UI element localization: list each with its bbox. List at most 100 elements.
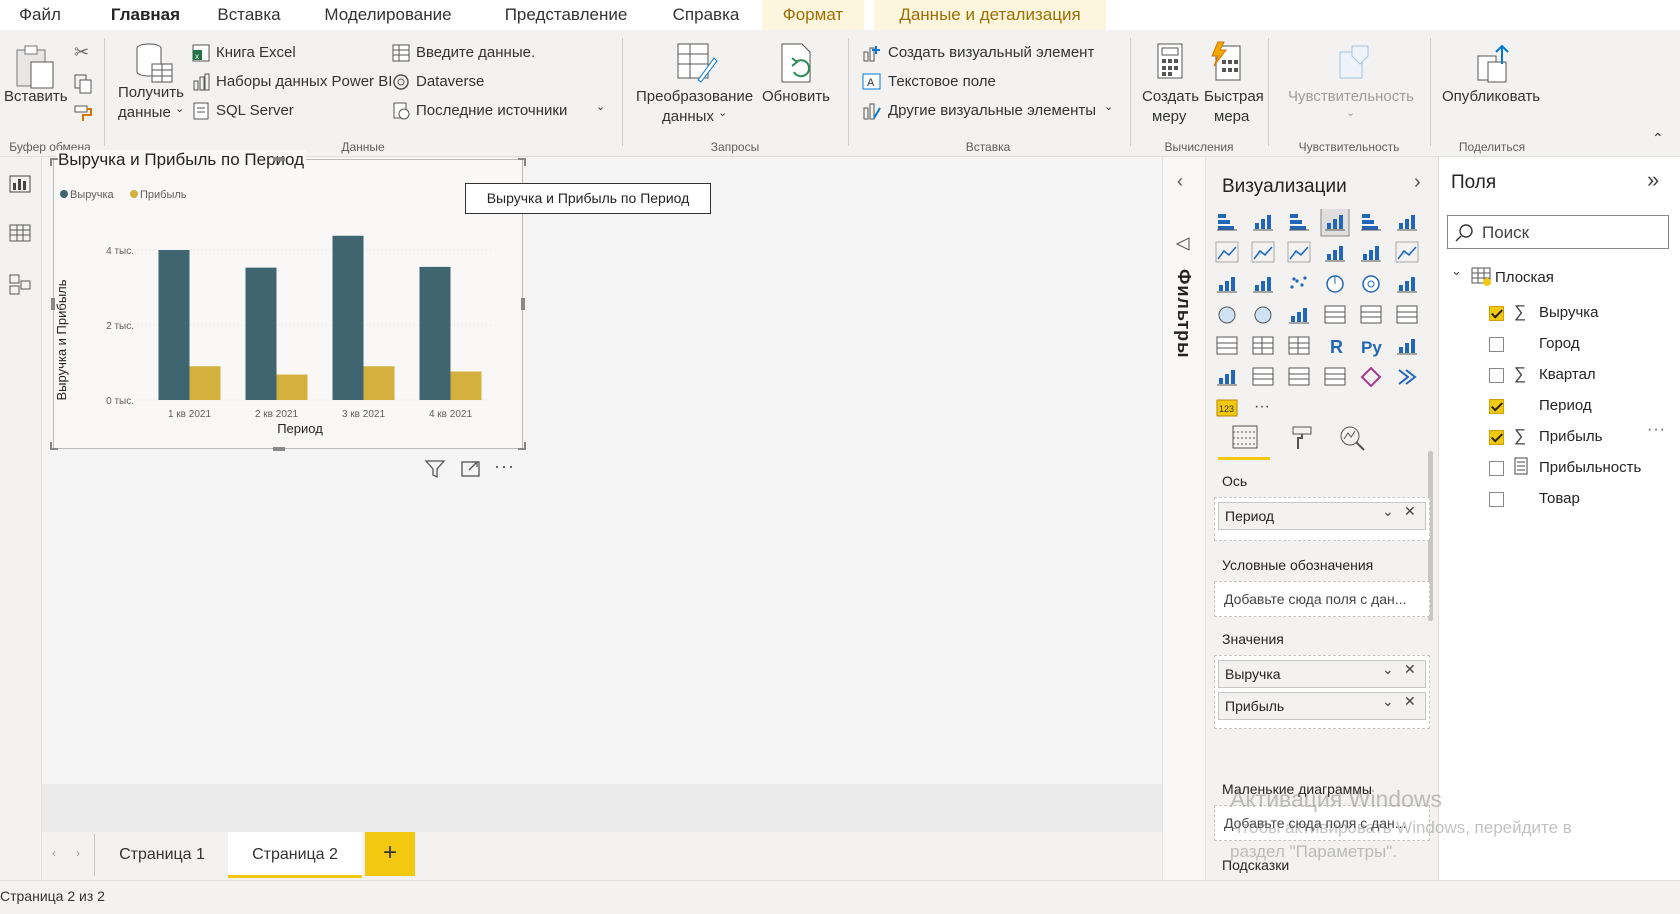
kpi-visual-icon[interactable] [1396,305,1418,324]
table-visual-icon[interactable] [1252,336,1274,355]
menu-insert[interactable]: Вставка [214,0,284,30]
tab-page-2[interactable]: Страница 2 [228,832,362,878]
stacked-column-visual-icon[interactable] [1253,215,1273,231]
stacked-bar-visual-icon[interactable] [1217,214,1237,231]
field-item[interactable]: Период [1439,392,1680,423]
resize-handle[interactable] [273,447,285,451]
bar-profit[interactable] [276,374,308,401]
card-visual-icon[interactable] [1324,305,1346,324]
dataverse-button[interactable]: Dataverse [416,73,484,90]
format-tab-icon[interactable] [1290,424,1316,452]
more-visual-icon[interactable]: ··· [1254,398,1270,415]
python-visual-visual-icon[interactable]: Py [1361,338,1382,357]
filters-label[interactable]: Фильтры [1173,269,1194,359]
refresh-icon[interactable] [778,42,818,86]
funnel-visual-icon[interactable] [1253,277,1273,293]
chevron-right-icon[interactable]: › [1414,171,1421,194]
multirow-card-visual-icon[interactable] [1360,305,1382,324]
chevron-down-icon[interactable]: ⌄ [596,100,605,113]
bar-revenue[interactable] [419,266,451,400]
qa-visual-icon[interactable] [1252,367,1274,386]
remove-field-icon[interactable]: ✕ [1404,503,1416,520]
resize-handle[interactable] [518,442,526,450]
transform-data-label-2[interactable]: данных [662,108,714,125]
field-checkbox[interactable] [1489,461,1504,476]
menu-home[interactable]: Главная [108,0,183,34]
field-checkbox[interactable] [1489,337,1504,352]
resize-handle[interactable] [273,157,285,161]
stacked-area-visual-icon[interactable] [1287,241,1311,263]
data-view-icon[interactable] [8,223,32,243]
power-automate-visual-icon[interactable] [1398,369,1417,385]
bar-profit[interactable] [363,366,395,400]
prev-page-icon[interactable]: ‹ [52,846,56,860]
smart-narrative-visual-icon[interactable] [1288,367,1310,386]
ribbon-visual-icon[interactable] [1395,241,1419,263]
field-checkbox[interactable] [1489,430,1504,445]
field-checkbox[interactable] [1489,492,1504,507]
axis-field-pill[interactable]: Период [1218,502,1426,530]
gauge-visual-icon[interactable] [1289,308,1309,324]
bar-profit[interactable] [450,371,482,401]
collapse-ribbon-icon[interactable]: ⌃ [1652,130,1664,147]
field-item[interactable]: ∑ Квартал [1439,361,1680,392]
chevron-down-icon[interactable]: ⌄ [175,102,184,115]
paste-button[interactable]: Вставить [4,88,68,105]
new-visual-button[interactable]: Создать визуальный элемент [888,44,1094,61]
custom-visual-icon[interactable]: 123 [1216,399,1238,417]
quick-measure-icon[interactable] [1210,40,1244,82]
key-influencers-visual-icon[interactable] [1397,339,1417,355]
resize-handle[interactable] [50,158,58,166]
chevron-down-icon[interactable]: ⌄ [1104,100,1113,113]
enter-data-button[interactable]: Введите данные. [416,44,535,61]
format-painter-icon[interactable] [74,104,94,122]
recent-sources-button[interactable]: Последние источники [416,102,567,119]
paginated-visual-icon[interactable] [1324,367,1346,386]
menu-modeling[interactable]: Моделирование [318,0,458,30]
excel-button[interactable]: Книга Excel [216,44,296,61]
values-field-pill-2[interactable]: Прибыль [1218,692,1426,720]
bar-revenue[interactable] [332,235,364,400]
fields-tab-icon[interactable] [1230,424,1260,452]
menu-view[interactable]: Представление [500,0,632,30]
chevron-down-icon[interactable]: ⌄ [1382,693,1394,710]
report-view-icon[interactable] [8,173,32,193]
line-clustered-visual-icon[interactable] [1361,246,1381,262]
pie-visual-icon[interactable] [1326,275,1344,293]
table-name[interactable]: Плоская [1495,269,1554,286]
tab-page-1[interactable]: Страница 1 [96,832,228,878]
clustered-column-chart-visual[interactable]: Выручка и Прибыль по Период Выручка Прибы… [50,150,526,451]
quick-measure-label-1[interactable]: Быстрая [1204,88,1264,105]
analytics-tab-icon[interactable] [1338,424,1366,452]
100-column-visual-icon[interactable] [1397,215,1417,231]
waterfall-visual-icon[interactable] [1217,277,1237,293]
chevron-down-icon[interactable]: ⌄ [1382,503,1394,520]
add-page-button[interactable]: + [365,832,415,876]
publish-icon[interactable] [1474,42,1518,86]
new-measure-label-1[interactable]: Создать [1142,88,1199,105]
matrix-visual-icon[interactable] [1288,336,1310,355]
clustered-bar-visual-icon[interactable] [1289,214,1309,231]
calculator-icon[interactable] [1156,42,1186,82]
r-visual-visual-icon[interactable]: R [1330,337,1343,357]
slicer-visual-icon[interactable] [1216,336,1238,355]
copy-icon[interactable] [74,74,92,94]
values-field-pill-1[interactable]: Выручка [1218,660,1426,688]
clustered-column-visual-icon[interactable] [1320,209,1350,237]
new-measure-label-2[interactable]: меру [1152,108,1186,125]
resize-handle[interactable] [50,442,58,450]
cut-icon[interactable]: ✂ [74,42,89,63]
100-bar-visual-icon[interactable] [1361,214,1381,231]
field-item[interactable]: Город [1439,330,1680,361]
filled-map-visual-icon[interactable] [1254,306,1272,324]
quick-measure-label-2[interactable]: мера [1214,108,1249,125]
power-apps-visual-icon[interactable] [1360,366,1382,388]
sql-server-button[interactable]: SQL Server [216,102,294,119]
paste-icon[interactable] [14,44,58,90]
chevron-down-icon[interactable]: ⌄ [1451,263,1462,279]
scatter-visual-icon[interactable] [1290,276,1307,289]
get-data-label-2[interactable]: данные [118,104,171,121]
treemap-visual-icon[interactable] [1397,277,1417,293]
donut-visual-icon[interactable] [1362,275,1380,293]
expand-filters-icon[interactable]: ‹ [1177,171,1183,192]
